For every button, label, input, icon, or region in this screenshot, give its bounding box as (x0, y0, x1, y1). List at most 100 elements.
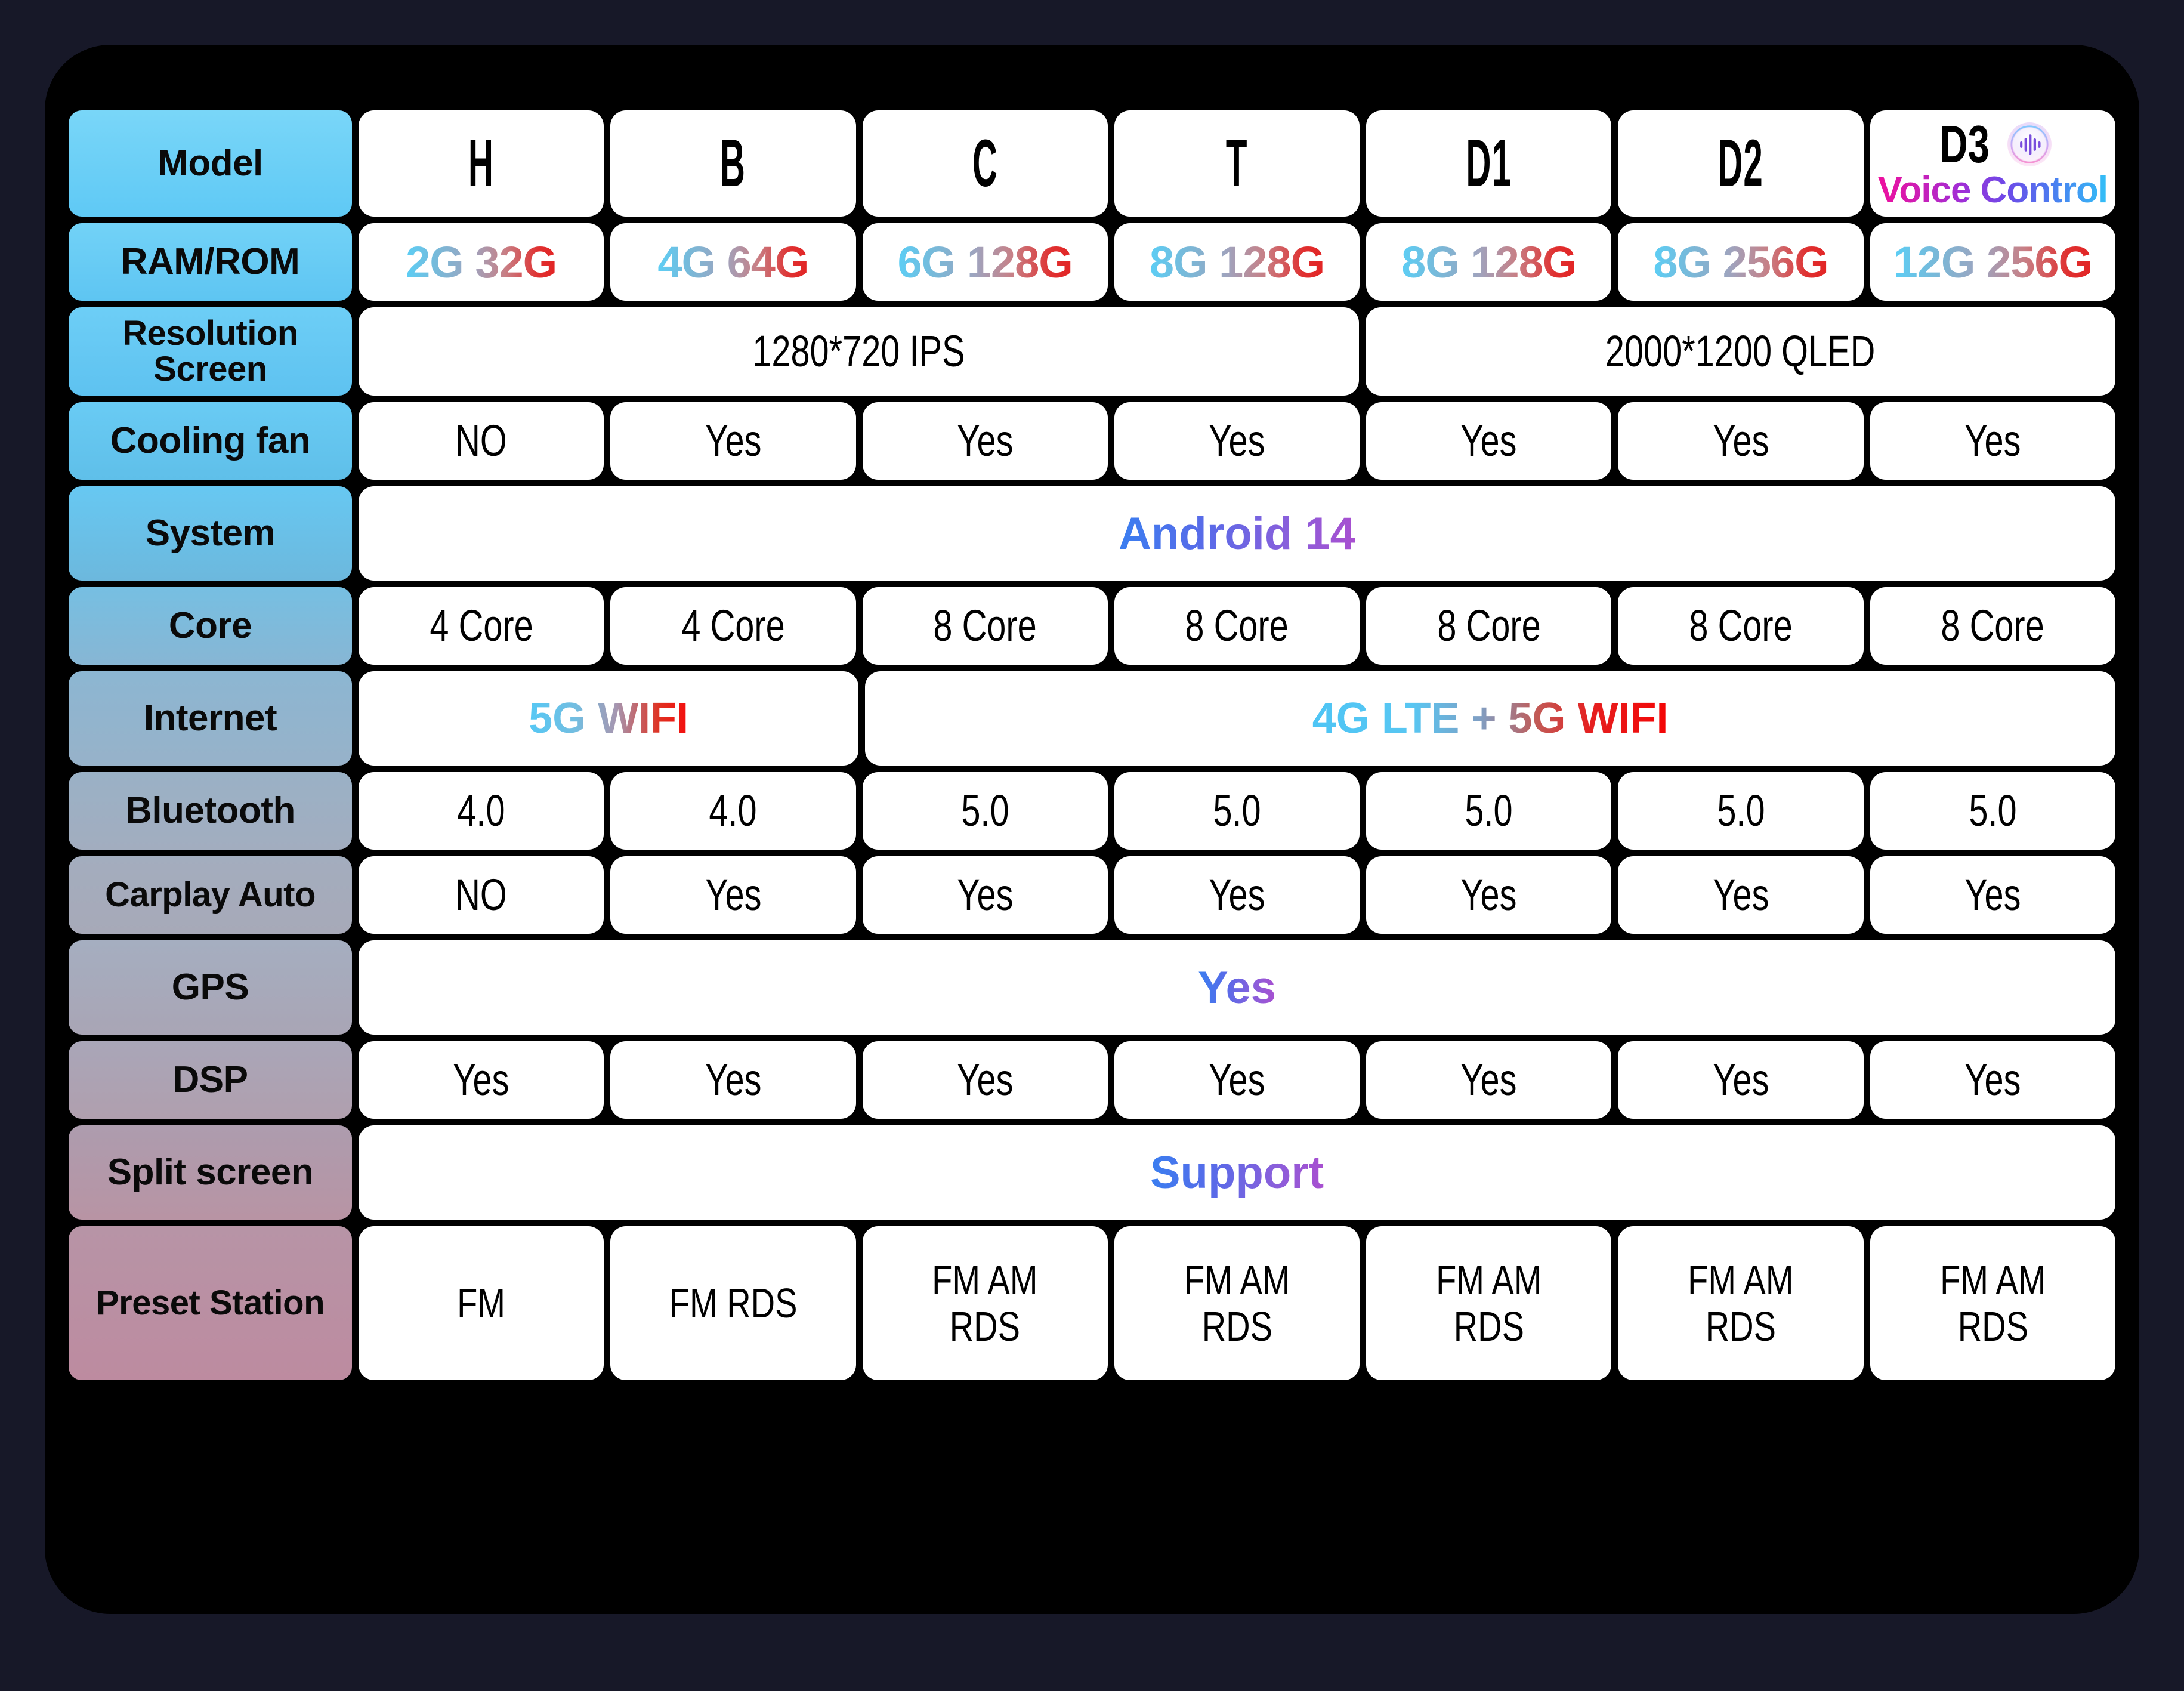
cell-ram-c: 6G 128G (862, 223, 1108, 301)
cell-preset-h: FM (359, 1226, 604, 1380)
dsp-value: Yes (957, 1055, 1014, 1105)
spec-comparison-table: Model H B C T D1 D2 D3 Voice Control RAM… (69, 110, 2115, 1578)
row-label-text-line2: Screen (153, 350, 267, 388)
cell-core-d3: 8 Core (1870, 587, 2115, 665)
cell-dsp-d2: Yes (1618, 1041, 1864, 1119)
table-row-split-screen: Split screen Support (69, 1125, 2115, 1220)
row-label-text: Preset Station (96, 1283, 325, 1322)
row-label-text: System (145, 512, 276, 554)
row-label-model: Model (69, 110, 352, 217)
row-label-text: Model (157, 142, 263, 184)
table-row-bluetooth: Bluetooth 4.0 4.0 5.0 5.0 5.0 5.0 5.0 (69, 772, 2115, 850)
cell-bt-b: 4.0 (610, 772, 856, 850)
dsp-value: Yes (1460, 1055, 1517, 1105)
system-value: Android 14 (1119, 508, 1355, 559)
cell-core-b: 4 Core (610, 587, 856, 665)
cell-bt-t: 5.0 (1114, 772, 1360, 850)
ram-value: 8G 256G (1653, 237, 1828, 287)
row-label-resolution-screen: Resolution Screen (69, 307, 352, 396)
cell-ram-h: 2G 32G (359, 223, 604, 301)
cell-bt-d3: 5.0 (1870, 772, 2115, 850)
cell-cooling-d2: Yes (1618, 402, 1864, 480)
cell-carplay-d3: Yes (1870, 856, 2115, 934)
row-label-split-screen: Split screen (69, 1125, 352, 1220)
row-label-text: Cooling fan (110, 419, 311, 461)
table-row-core: Core 4 Core 4 Core 8 Core 8 Core 8 Core … (69, 587, 2115, 665)
row-label-ram-rom: RAM/ROM (69, 223, 352, 301)
ram-value: 8G 128G (1401, 237, 1577, 287)
model-name: B (720, 126, 746, 200)
cell-core-d1: 8 Core (1366, 587, 1612, 665)
row-label-text: Bluetooth (125, 789, 295, 831)
cell-ram-b: 4G 64G (610, 223, 856, 301)
dsp-value: Yes (1209, 1055, 1265, 1105)
cell-ram-d1: 8G 128G (1366, 223, 1612, 301)
cell-cooling-t: Yes (1114, 402, 1360, 480)
table-row-carplay-auto: Carplay Auto NO Yes Yes Yes Yes Yes Yes (69, 856, 2115, 934)
cooling-value: NO (455, 416, 507, 466)
dsp-value: Yes (1964, 1055, 2021, 1105)
preset-value: FM AM RDS (1184, 1256, 1290, 1350)
table-row-model: Model H B C T D1 D2 D3 Voice Control (69, 110, 2115, 217)
carplay-value: Yes (1460, 870, 1517, 920)
preset-value: FM (457, 1279, 506, 1326)
carplay-value: Yes (1209, 870, 1265, 920)
cell-model-c: C (862, 110, 1108, 217)
cell-preset-d2: FM AM RDS (1618, 1226, 1864, 1380)
cell-gps-all: Yes (359, 940, 2115, 1035)
model-name: C (972, 126, 998, 200)
d3-voice-block: D3 Voice Control (1878, 118, 2108, 209)
preset-value: FM AM RDS (1436, 1256, 1542, 1350)
row-label-internet: Internet (69, 671, 352, 766)
cell-model-d1: D1 (1366, 110, 1612, 217)
row-label-text: RAM/ROM (121, 240, 300, 282)
table-row-internet: Internet 5G WIFI 4G LTE + 5G WIFI (69, 671, 2115, 766)
cell-internet-5g-wifi: 5G WIFI (359, 671, 859, 766)
cell-preset-b: FM RDS (610, 1226, 856, 1380)
cooling-value: Yes (1460, 416, 1517, 466)
cell-bt-h: 4.0 (359, 772, 604, 850)
row-label-text: Carplay Auto (105, 875, 316, 914)
table-row-gps: GPS Yes (69, 940, 2115, 1035)
cell-carplay-c: Yes (862, 856, 1108, 934)
internet-value: 4G LTE + 5G WIFI (1312, 695, 1669, 742)
row-label-core: Core (69, 587, 352, 665)
core-value: 8 Core (933, 601, 1037, 651)
bluetooth-value: 5.0 (1716, 786, 1765, 836)
row-label-gps: GPS (69, 940, 352, 1035)
table-row-dsp: DSP Yes Yes Yes Yes Yes Yes Yes (69, 1041, 2115, 1119)
cell-resolution-ips: 1280*720 IPS (359, 307, 1359, 396)
dsp-value: Yes (705, 1055, 762, 1105)
ram-value: 12G 256G (1893, 237, 2093, 287)
core-value: 8 Core (1437, 601, 1541, 651)
internet-value: 5G WIFI (529, 695, 689, 742)
cell-dsp-t: Yes (1114, 1041, 1360, 1119)
cell-preset-t: FM AM RDS (1114, 1226, 1360, 1380)
carplay-value: Yes (1712, 870, 1769, 920)
cooling-value: Yes (1712, 416, 1769, 466)
cooling-value: Yes (1964, 416, 2021, 466)
d3-title-row: D3 (1931, 118, 2055, 171)
cell-ram-t: 8G 128G (1114, 223, 1360, 301)
cell-bt-d2: 5.0 (1618, 772, 1864, 850)
table-row-resolution-screen: Resolution Screen 1280*720 IPS 2000*1200… (69, 307, 2115, 396)
carplay-value: Yes (705, 870, 762, 920)
cell-cooling-c: Yes (862, 402, 1108, 480)
cell-model-t: T (1114, 110, 1360, 217)
cell-cooling-h: NO (359, 402, 604, 480)
preset-value: FM RDS (669, 1279, 798, 1326)
cell-bt-d1: 5.0 (1366, 772, 1612, 850)
model-name: H (468, 126, 495, 200)
cooling-value: Yes (1209, 416, 1265, 466)
row-label-cooling-fan: Cooling fan (69, 402, 352, 480)
cell-cooling-d1: Yes (1366, 402, 1612, 480)
row-label-text: DSP (172, 1059, 248, 1100)
cell-resolution-qled: 2000*1200 QLED (1365, 307, 2115, 396)
cell-internet-4g-lte-5g-wifi: 4G LTE + 5G WIFI (865, 671, 2115, 766)
cell-model-d3: D3 Voice Control (1870, 110, 2115, 217)
cell-model-d2: D2 (1618, 110, 1864, 217)
preset-value: FM AM RDS (1939, 1256, 2046, 1350)
bluetooth-value: 4.0 (457, 786, 505, 836)
cell-carplay-h: NO (359, 856, 604, 934)
core-value: 8 Core (1689, 601, 1793, 651)
